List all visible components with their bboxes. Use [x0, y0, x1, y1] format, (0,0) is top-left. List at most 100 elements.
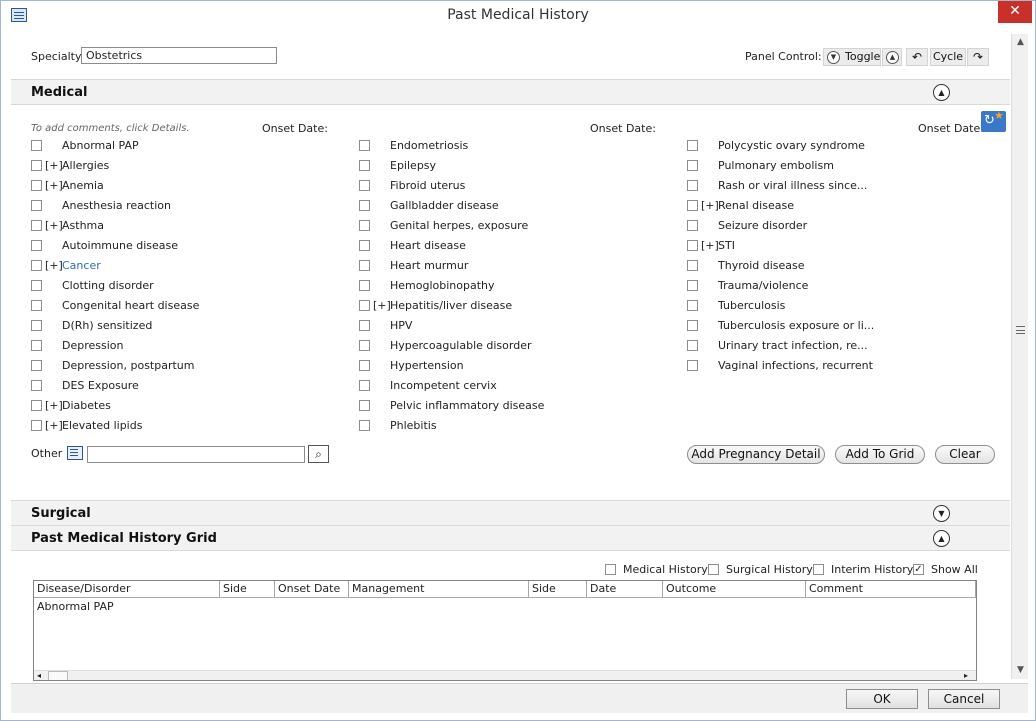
condition-checkbox[interactable]: [359, 260, 370, 271]
expand-toggle[interactable]: [+]: [45, 179, 63, 192]
grid-column-header[interactable]: Onset Date: [275, 581, 349, 598]
condition-checkbox[interactable]: [31, 280, 42, 291]
grid-column-header[interactable]: Date: [587, 581, 663, 598]
condition-checkbox[interactable]: [359, 220, 370, 231]
scroll-grip-icon[interactable]: [1016, 326, 1025, 334]
grid-column-header[interactable]: Disease/Disorder: [34, 581, 220, 598]
other-input[interactable]: [87, 446, 305, 463]
condition-checkbox[interactable]: [359, 400, 370, 411]
expand-toggle[interactable]: [+]: [45, 259, 63, 272]
expand-surgical-icon[interactable]: ▼: [933, 505, 950, 522]
close-button[interactable]: ✕: [998, 1, 1032, 23]
medical-section-header[interactable]: Medical ▲: [11, 79, 1010, 105]
expand-toggle[interactable]: [+]: [701, 199, 719, 212]
cancel-button[interactable]: Cancel: [928, 689, 1000, 709]
redo-icon: ↷: [972, 50, 984, 64]
add-to-grid-button[interactable]: Add To Grid: [835, 445, 925, 464]
condition-checkbox[interactable]: [359, 300, 370, 311]
condition-checkbox[interactable]: [359, 340, 370, 351]
condition-checkbox[interactable]: [31, 420, 42, 431]
condition-checkbox[interactable]: [31, 360, 42, 371]
ok-button[interactable]: OK: [846, 689, 918, 709]
scroll-down-icon[interactable]: ▼: [1012, 662, 1029, 678]
horizontal-scrollbar[interactable]: ◂ ▸: [34, 670, 976, 680]
toggle-button[interactable]: ▼ Toggle: [823, 48, 881, 66]
condition-label: Epilepsy: [390, 159, 437, 172]
condition-checkbox[interactable]: [687, 200, 698, 211]
expand-toggle[interactable]: [+]: [45, 159, 63, 172]
collapse-all-button[interactable]: ▲: [882, 48, 902, 66]
expand-toggle[interactable]: [+]: [45, 399, 63, 412]
condition-checkbox[interactable]: [31, 340, 42, 351]
expand-toggle[interactable]: [+]: [45, 219, 63, 232]
condition-label: Depression, postpartum: [62, 359, 195, 372]
history-grid[interactable]: Disease/Disorder Side Onset Date Management…: [33, 580, 977, 681]
condition-label[interactable]: Cancer: [62, 259, 101, 272]
add-pregnancy-detail-button[interactable]: Add Pregnancy Detail: [687, 445, 825, 464]
condition-checkbox[interactable]: [31, 140, 42, 151]
condition-checkbox[interactable]: [359, 380, 370, 391]
condition-checkbox[interactable]: [687, 160, 698, 171]
surgical-section-header[interactable]: Surgical ▼: [11, 500, 1010, 526]
condition-checkbox[interactable]: [687, 240, 698, 251]
redo-button[interactable]: ↷: [967, 48, 989, 66]
condition-checkbox[interactable]: [31, 240, 42, 251]
condition-checkbox[interactable]: [687, 140, 698, 151]
condition-checkbox[interactable]: [31, 300, 42, 311]
condition-checkbox[interactable]: [359, 160, 370, 171]
condition-checkbox[interactable]: [31, 180, 42, 191]
condition-checkbox[interactable]: [31, 200, 42, 211]
specialty-field[interactable]: [81, 47, 277, 64]
condition-checkbox[interactable]: [359, 320, 370, 331]
condition-checkbox[interactable]: [359, 280, 370, 291]
vertical-scrollbar[interactable]: ▲ ▼: [1011, 34, 1028, 679]
grid-column-header[interactable]: Management: [349, 581, 529, 598]
grid-section-header[interactable]: Past Medical History Grid ▲: [11, 525, 1010, 551]
table-row[interactable]: Abnormal PAP: [34, 599, 976, 615]
condition-checkbox[interactable]: [687, 220, 698, 231]
condition-checkbox[interactable]: [31, 160, 42, 171]
other-list-icon[interactable]: [67, 446, 83, 460]
filter-checkbox[interactable]: ✓: [913, 564, 924, 575]
condition-checkbox[interactable]: [31, 400, 42, 411]
scroll-up-icon[interactable]: ▲: [1012, 34, 1029, 50]
condition-checkbox[interactable]: [687, 340, 698, 351]
condition-checkbox[interactable]: [687, 180, 698, 191]
expand-toggle[interactable]: [+]: [373, 299, 391, 312]
condition-checkbox[interactable]: [359, 200, 370, 211]
filter-checkbox[interactable]: [813, 564, 824, 575]
search-button[interactable]: ⌕: [308, 445, 329, 463]
condition-checkbox[interactable]: [31, 320, 42, 331]
condition-checkbox[interactable]: [359, 240, 370, 251]
collapse-medical-icon[interactable]: ▲: [933, 84, 950, 101]
grid-column-header[interactable]: Side: [220, 581, 275, 598]
onset-date-header-3: Onset Date:: [918, 122, 984, 135]
condition-checkbox[interactable]: [359, 420, 370, 431]
clear-button[interactable]: Clear: [935, 445, 995, 464]
condition-checkbox[interactable]: [687, 260, 698, 271]
condition-checkbox[interactable]: [687, 360, 698, 371]
scroll-right-icon[interactable]: ▸: [964, 671, 968, 680]
undo-button[interactable]: ↶: [906, 48, 928, 66]
cycle-button[interactable]: Cycle: [930, 48, 966, 66]
scroll-thumb[interactable]: [48, 671, 68, 680]
condition-checkbox[interactable]: [687, 320, 698, 331]
filter-checkbox[interactable]: [708, 564, 719, 575]
grid-column-header[interactable]: Side: [529, 581, 587, 598]
condition-checkbox[interactable]: [359, 360, 370, 371]
condition-checkbox[interactable]: [687, 280, 698, 291]
condition-checkbox[interactable]: [359, 140, 370, 151]
condition-checkbox[interactable]: [31, 260, 42, 271]
expand-toggle[interactable]: [+]: [701, 239, 719, 252]
favorite-add-icon[interactable]: ↻ ★: [981, 109, 1006, 132]
expand-toggle[interactable]: [+]: [45, 419, 63, 432]
condition-checkbox[interactable]: [31, 220, 42, 231]
condition-checkbox[interactable]: [31, 380, 42, 391]
collapse-grid-icon[interactable]: ▲: [933, 530, 950, 547]
scroll-left-icon[interactable]: ◂: [37, 671, 41, 680]
condition-checkbox[interactable]: [359, 180, 370, 191]
filter-checkbox[interactable]: [605, 564, 616, 575]
grid-column-header[interactable]: Outcome: [663, 581, 806, 598]
condition-checkbox[interactable]: [687, 300, 698, 311]
grid-column-header[interactable]: Comment: [806, 581, 976, 598]
